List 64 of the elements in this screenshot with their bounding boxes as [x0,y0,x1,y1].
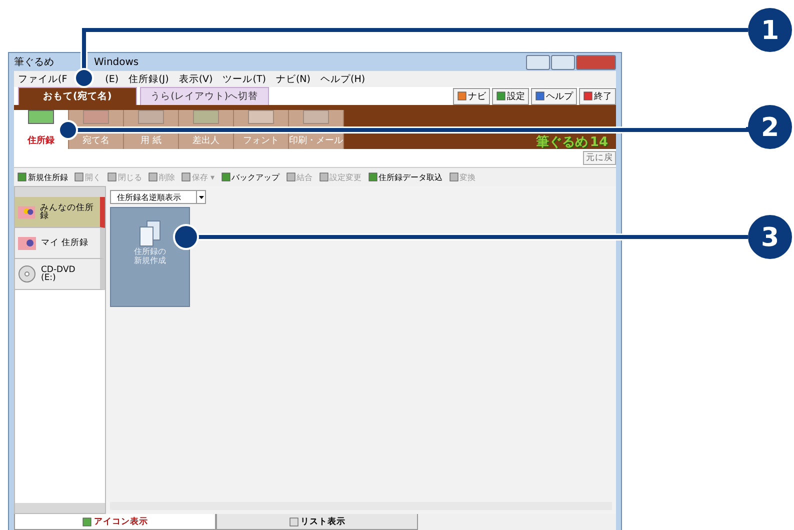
toolbar-button[interactable]: 終了 [579,88,616,104]
toolbar-button[interactable]: ナビ [453,88,490,104]
document-icon [448,172,459,182]
disc-icon [18,265,38,283]
undo-button[interactable]: 元に戻 [583,151,616,165]
side-tab[interactable]: おもて(宛て名) [18,87,137,105]
toolbar-button[interactable]: 住所録データ取込 [368,172,443,182]
menu-item[interactable]: ナビ(N) [276,72,310,86]
sort-dropdown[interactable]: 住所録名逆順表示 [110,190,206,204]
window-title: 筆ぐるめ [14,56,54,69]
tile-label: 住所録の [134,248,166,256]
sidebar-item[interactable]: マイ 住所録 [15,228,105,259]
toolbar-button[interactable]: 新規住所録 [17,172,68,182]
sidebar-label: マイ 住所録 [41,238,89,248]
card-icon [303,110,329,124]
logo-version: 14 [590,136,608,149]
toolbar-button[interactable]: ヘルプ [531,88,577,104]
document-icon [74,172,84,182]
side-tab[interactable]: うら(レイアウト)へ切替 [140,87,270,105]
document-icon [148,172,158,182]
callout-badge [748,8,792,52]
documents-icon [139,220,161,248]
document-icon [107,172,117,182]
card-icon [193,110,219,124]
close-button[interactable] [576,54,616,70]
document-icon [17,172,27,182]
view-tab[interactable]: リスト表示 [216,514,418,530]
card-icon [138,110,164,124]
menu-item[interactable]: 住所録(J) [128,72,169,86]
callout-number: 2 [760,113,780,143]
sidebar-item[interactable]: CD-DVD (E:) [15,259,105,290]
sidebar-label: みんなの住所録 [40,204,96,220]
callout-badge [748,215,792,259]
people-folder-icon [18,204,38,220]
callout-badge [748,105,792,149]
tile-label: 新規作成 [134,256,166,266]
callout-number: 3 [760,223,780,253]
sidebar-label: CD-DVD (E:) [41,266,76,282]
menu-item[interactable]: (E) [105,74,119,84]
document-icon [368,172,378,182]
callout-number: 1 [760,16,780,46]
logo-text: 筆ぐるめ [536,136,588,149]
toolbar-button[interactable]: 設定 [492,88,529,104]
sidebar-item[interactable]: みんなの住所録 [15,197,105,228]
menu-item[interactable]: 表示(V) [178,72,213,86]
nav-tab[interactable]: 住所録 [14,110,69,149]
document-icon [220,172,231,182]
menu-item[interactable]: ツール(T) [222,72,266,86]
card-icon [83,110,109,124]
toolbar-button[interactable]: バックアップ [220,172,280,182]
menu-item[interactable]: ヘルプ(H) [320,72,366,86]
document-icon [286,172,296,182]
window-title: Windows [94,56,139,68]
dropdown-arrow-icon [198,196,204,198]
card-icon [28,110,54,124]
person-folder-icon [18,235,38,251]
grid-icon [288,516,298,526]
maximize-button[interactable] [551,54,575,70]
document-icon [181,172,191,182]
document-icon [318,172,329,182]
minimize-button[interactable] [526,54,550,70]
card-icon [248,110,274,124]
menu-item[interactable]: ファイル(F [18,72,68,86]
view-tab[interactable]: アイコン表示 [14,514,216,530]
